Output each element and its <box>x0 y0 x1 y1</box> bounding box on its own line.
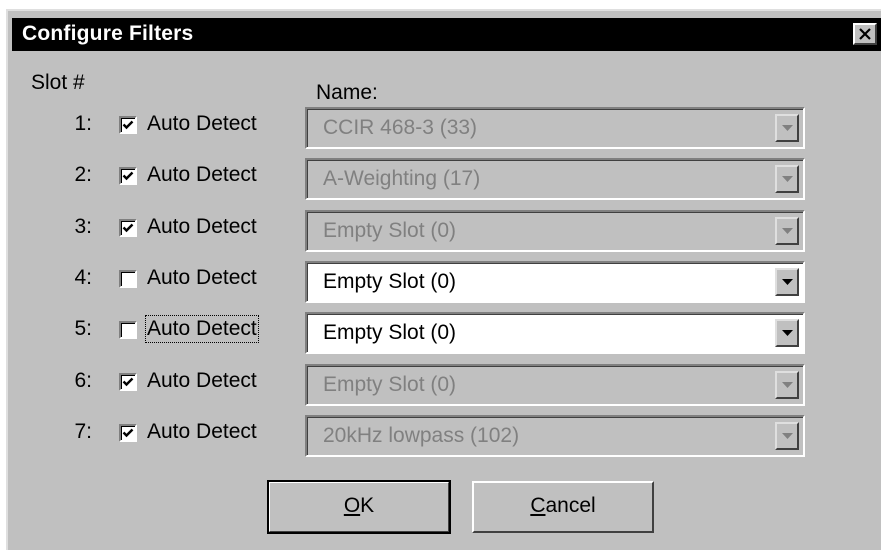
checkmark-icon <box>122 223 134 233</box>
slot-number: 7: <box>74 420 92 443</box>
cancel-button[interactable]: Cancel <box>472 481 654 533</box>
cancel-accel: C <box>530 494 546 517</box>
dropdown-button <box>775 371 799 399</box>
slot-number: 2: <box>74 163 92 186</box>
filter-name-combobox: CCIR 468-3 (33) <box>305 107 805 149</box>
filter-name-combobox: 20kHz lowpass (102) <box>305 415 805 457</box>
dropdown-button <box>775 422 799 450</box>
auto-detect-checkbox[interactable] <box>119 321 137 339</box>
auto-detect-label[interactable]: Auto Detect <box>147 112 257 136</box>
chevron-down-icon <box>782 125 793 131</box>
filter-name-value: Empty Slot (0) <box>323 321 457 344</box>
filter-name-value: Empty Slot (0) <box>323 219 457 242</box>
slot-number: 3: <box>74 215 92 238</box>
filter-row: 5: Auto Detect Empty Slot (0) <box>8 311 881 355</box>
dropdown-button[interactable] <box>775 268 799 296</box>
auto-detect-label[interactable]: Auto Detect <box>147 163 257 187</box>
cancel-rest: ancel <box>545 494 596 517</box>
filter-name-value: A-Weighting (17) <box>323 167 481 190</box>
chevron-down-icon <box>782 228 793 234</box>
chevron-down-icon <box>782 330 793 336</box>
filter-row: 1: Auto Detect CCIR 468-3 (33) <box>8 106 881 150</box>
checkmark-icon <box>122 428 134 438</box>
chevron-down-icon <box>782 382 793 388</box>
auto-detect-label[interactable]: Auto Detect <box>147 369 257 393</box>
chevron-down-icon <box>782 176 793 182</box>
checkmark-icon <box>122 377 134 387</box>
slot-number: 6: <box>74 369 92 392</box>
auto-detect-checkbox[interactable] <box>119 167 137 185</box>
ok-rest: K <box>360 494 375 517</box>
ok-button[interactable]: OK <box>267 480 451 534</box>
auto-detect-checkbox[interactable] <box>119 373 137 391</box>
auto-detect-checkbox[interactable] <box>119 116 137 134</box>
chevron-down-icon <box>782 279 793 285</box>
checkmark-icon <box>122 171 134 181</box>
chevron-down-icon <box>782 433 793 439</box>
auto-detect-label[interactable]: Auto Detect <box>147 215 257 239</box>
auto-detect-checkbox[interactable] <box>119 270 137 288</box>
checkmark-icon <box>122 120 134 130</box>
slot-number: 1: <box>74 112 92 135</box>
filter-name-combobox: Empty Slot (0) <box>305 364 805 406</box>
auto-detect-checkbox[interactable] <box>119 219 137 237</box>
slot-number: 4: <box>74 266 92 289</box>
configure-filters-dialog: Configure Filters Slot # Name: 1: Auto De… <box>6 9 881 550</box>
auto-detect-checkbox[interactable] <box>119 424 137 442</box>
filter-name-value: 20kHz lowpass (102) <box>323 424 520 447</box>
dropdown-button <box>775 114 799 142</box>
name-header: Name: <box>316 81 378 104</box>
filter-name-value: Empty Slot (0) <box>323 373 457 396</box>
filter-row: 2: Auto Detect A-Weighting (17) <box>8 157 881 201</box>
filter-name-combobox[interactable]: Empty Slot (0) <box>305 312 805 354</box>
auto-detect-label[interactable]: Auto Detect <box>147 420 257 444</box>
filter-row: 7: Auto Detect 20kHz lowpass (102) <box>8 414 881 458</box>
filter-name-combobox: A-Weighting (17) <box>305 158 805 200</box>
filter-name-value: Empty Slot (0) <box>323 270 457 293</box>
slot-number: 5: <box>74 317 92 340</box>
filter-row: 3: Auto Detect Empty Slot (0) <box>8 209 881 253</box>
filter-row: 6: Auto Detect Empty Slot (0) <box>8 363 881 407</box>
filter-row: 4: Auto Detect Empty Slot (0) <box>8 260 881 304</box>
filter-name-value: CCIR 468-3 (33) <box>323 116 478 139</box>
auto-detect-label[interactable]: Auto Detect <box>147 266 257 290</box>
dropdown-button <box>775 217 799 245</box>
slot-header: Slot # <box>31 71 85 94</box>
filter-name-combobox[interactable]: Empty Slot (0) <box>305 261 805 303</box>
filter-name-combobox: Empty Slot (0) <box>305 210 805 252</box>
auto-detect-label[interactable]: Auto Detect <box>145 315 259 343</box>
dialog-body: Slot # Name: 1: Auto Detect CCIR 468-3 (33… <box>8 11 881 550</box>
ok-accel: O <box>343 494 361 517</box>
dropdown-button[interactable] <box>775 319 799 347</box>
dropdown-button <box>775 165 799 193</box>
